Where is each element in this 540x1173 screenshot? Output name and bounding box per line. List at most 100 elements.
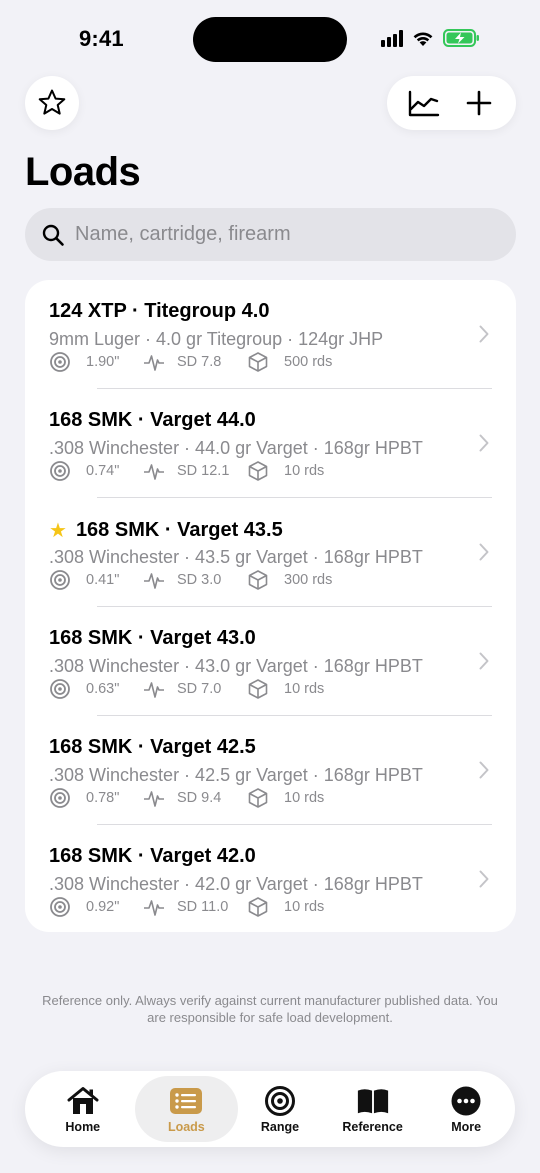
book-icon: [357, 1088, 388, 1113]
target-icon: [49, 460, 71, 482]
load-subtitle: .308 Winchester · 42.5 gr Varget · 168gr…: [49, 765, 423, 785]
waveform-icon: [143, 569, 165, 591]
waveform-icon: [143, 896, 165, 918]
chevron-right-icon: [479, 434, 489, 452]
load-subtitle: .308 Winchester · 43.0 gr Varget · 168gr…: [49, 656, 423, 676]
load-title: 168 SMK · Varget 42.5: [49, 736, 256, 759]
home-icon: [67, 1086, 99, 1114]
box-icon: [247, 460, 269, 482]
search-input[interactable]: [75, 223, 475, 246]
box-icon: [247, 678, 269, 700]
favorite-star-icon: ★: [49, 520, 67, 542]
box-icon: [247, 351, 269, 373]
search-bar[interactable]: [25, 208, 516, 261]
header-actions: [387, 76, 516, 130]
round-count: 300 rds: [284, 572, 333, 588]
box-icon: [247, 787, 269, 809]
load-subtitle: .308 Winchester · 42.0 gr Varget · 168gr…: [49, 874, 423, 894]
box-icon: [247, 896, 269, 918]
load-title-text: 168 SMK · Varget 43.0: [49, 627, 256, 649]
load-stats: 1.90" SD 7.8 500 rds: [49, 352, 332, 372]
load-title: 168 SMK · Varget 44.0: [49, 409, 256, 432]
disclaimer: Reference only. Always verify against cu…: [42, 993, 498, 1025]
load-stats: 0.74" SD 12.1 10 rds: [49, 461, 324, 481]
target-icon: [49, 569, 71, 591]
tab-home[interactable]: Home: [31, 1076, 135, 1142]
tab-reference[interactable]: Reference: [322, 1076, 424, 1142]
load-title: ★ 168 SMK · Varget 43.5: [49, 518, 283, 543]
chevron-right-icon: [479, 543, 489, 561]
standard-deviation: SD 9.4: [177, 790, 222, 806]
load-stats: 0.41" SD 3.0 300 rds: [49, 570, 332, 590]
load-title: 124 XTP · Titegroup 4.0: [49, 300, 269, 323]
round-count: 10 rds: [284, 463, 325, 479]
group-size: 0.92": [86, 899, 120, 915]
waveform-icon: [143, 460, 165, 482]
standard-deviation: SD 11.0: [177, 899, 229, 915]
load-row[interactable]: ★ 168 SMK · Varget 43.5 .308 Winchester · …: [25, 498, 516, 607]
target-icon: [49, 351, 71, 373]
load-row[interactable]: 168 SMK · Varget 42.5 .308 Winchester · 4…: [25, 716, 516, 825]
waveform-icon: [143, 678, 165, 700]
box-icon: [247, 569, 269, 591]
load-row[interactable]: 124 XTP · Titegroup 4.0 9mm Luger · 4.0 g…: [25, 280, 516, 389]
status-icons: [381, 28, 481, 48]
target-icon: [49, 678, 71, 700]
waveform-icon: [143, 787, 165, 809]
standard-deviation: SD 7.8: [177, 354, 222, 370]
tab-bar: Home Loads Range Reference More: [25, 1071, 515, 1147]
target-icon: [49, 787, 71, 809]
standard-deviation: SD 12.1: [177, 463, 230, 479]
chevron-right-icon: [479, 652, 489, 670]
star-outline-icon: [38, 89, 66, 115]
chevron-right-icon: [479, 870, 489, 888]
page-title: Loads: [25, 150, 141, 194]
favorites-button[interactable]: [25, 76, 79, 130]
load-stats: 0.63" SD 7.0 10 rds: [49, 679, 324, 699]
cellular-signal-icon: [381, 29, 403, 47]
load-title-text: 168 SMK · Varget 43.5: [75, 519, 283, 541]
wifi-icon: [413, 32, 433, 46]
tab-label-range: Range: [260, 1119, 300, 1134]
round-count: 10 rds: [284, 790, 325, 806]
load-title-text: 124 XTP · Titegroup 4.0: [49, 300, 270, 322]
status-bar: 9:41: [0, 0, 540, 80]
waveform-icon: [143, 351, 165, 373]
status-time: 9:41: [79, 26, 124, 51]
group-size: 0.74": [86, 463, 120, 479]
plus-icon: [466, 90, 492, 116]
load-row[interactable]: 168 SMK · Varget 42.0 .308 Winchester · 4…: [25, 825, 516, 932]
round-count: 10 rds: [284, 681, 325, 697]
group-size: 1.90": [86, 354, 120, 370]
target-icon: [264, 1085, 295, 1116]
round-count: 10 rds: [284, 899, 325, 915]
standard-deviation: SD 3.0: [177, 572, 222, 588]
loads-list: 124 XTP · Titegroup 4.0 9mm Luger · 4.0 g…: [25, 280, 516, 932]
list-icon: [170, 1087, 203, 1114]
load-stats: 0.78" SD 9.4 10 rds: [49, 788, 324, 808]
tab-more[interactable]: More: [423, 1076, 509, 1142]
target-icon: [49, 896, 71, 918]
tab-label-loads: Loads: [167, 1119, 205, 1134]
load-title: 168 SMK · Varget 42.0: [49, 845, 256, 868]
group-size: 0.78": [86, 790, 120, 806]
add-load-button[interactable]: [459, 83, 499, 123]
group-size: 0.41": [86, 572, 120, 588]
load-subtitle: .308 Winchester · 44.0 gr Varget · 168gr…: [49, 438, 423, 458]
search-icon: [42, 224, 64, 246]
chevron-right-icon: [479, 325, 489, 343]
load-row[interactable]: 168 SMK · Varget 43.0 .308 Winchester · 4…: [25, 607, 516, 716]
load-row[interactable]: 168 SMK · Varget 44.0 .308 Winchester · 4…: [25, 389, 516, 498]
chevron-right-icon: [479, 761, 489, 779]
tab-range[interactable]: Range: [238, 1076, 322, 1142]
chart-button[interactable]: [404, 83, 444, 123]
tab-label-more: More: [451, 1119, 482, 1134]
tab-label-reference: Reference: [342, 1119, 403, 1134]
round-count: 500 rds: [284, 354, 333, 370]
load-title-text: 168 SMK · Varget 44.0: [49, 409, 256, 431]
tab-loads[interactable]: Loads: [134, 1076, 239, 1142]
standard-deviation: SD 7.0: [177, 681, 222, 697]
load-title: 168 SMK · Varget 43.0: [49, 627, 256, 650]
tab-label-home: Home: [65, 1119, 101, 1134]
load-stats: 0.92" SD 11.0 10 rds: [49, 897, 324, 917]
